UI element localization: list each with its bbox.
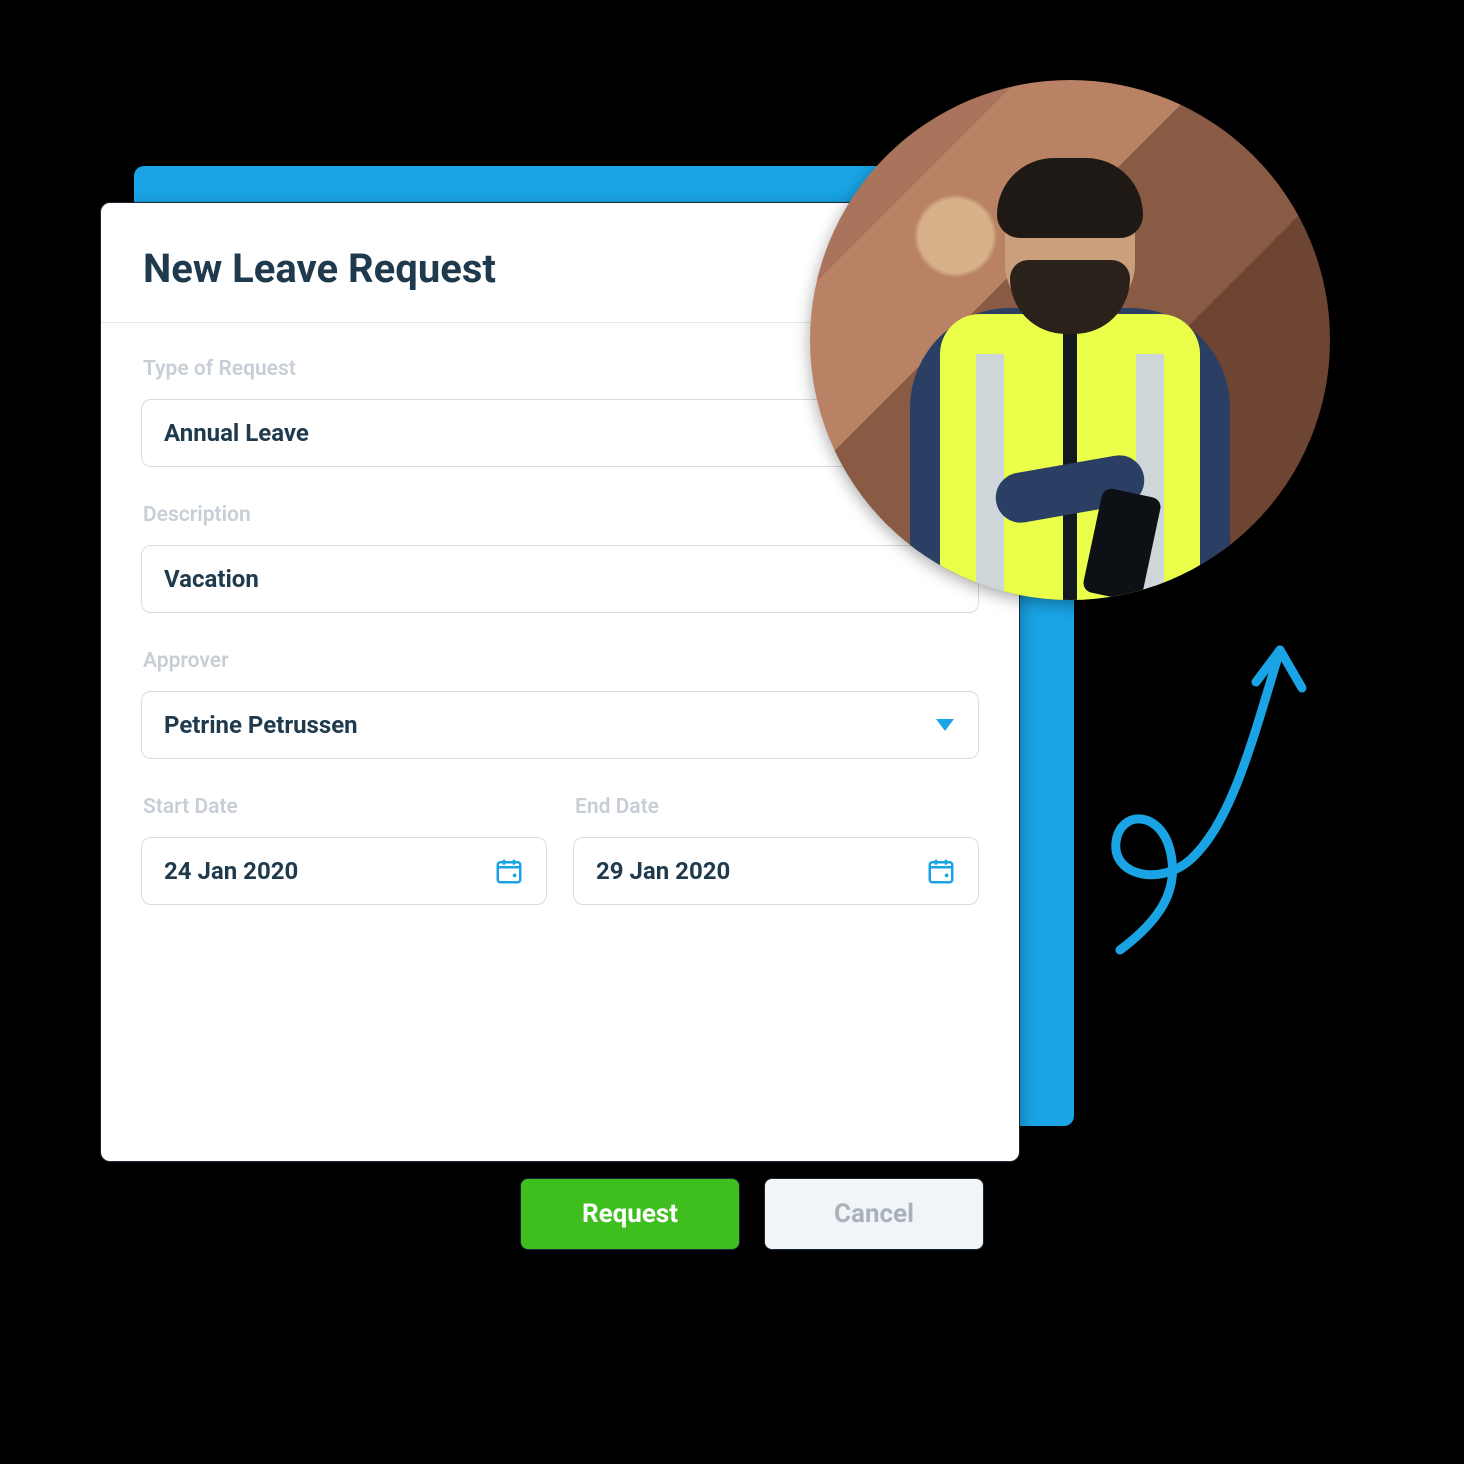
approver-value: Petrine Petrussen (164, 711, 358, 739)
calendar-icon (926, 856, 956, 886)
type-value: Annual Leave (164, 419, 309, 447)
request-button-label: Request (582, 1199, 678, 1229)
request-button[interactable]: Request (520, 1178, 740, 1250)
cancel-button[interactable]: Cancel (764, 1178, 984, 1250)
start-date-value: 24 Jan 2020 (164, 857, 298, 885)
description-value: Vacation (164, 565, 259, 593)
end-date-label: End Date (575, 795, 979, 819)
approver-label: Approver (143, 649, 979, 673)
start-date-label: Start Date (143, 795, 547, 819)
approver-select[interactable]: Petrine Petrussen (141, 691, 979, 759)
action-bar: Request Cancel (520, 1178, 984, 1250)
worker-avatar (810, 80, 1330, 600)
start-date-input[interactable]: 24 Jan 2020 (141, 837, 547, 905)
chevron-down-icon (936, 719, 954, 731)
end-date-input[interactable]: 29 Jan 2020 (573, 837, 979, 905)
calendar-icon (494, 856, 524, 886)
curly-arrow-icon (1080, 610, 1320, 970)
cancel-button-label: Cancel (834, 1199, 914, 1229)
end-date-value: 29 Jan 2020 (596, 857, 730, 885)
